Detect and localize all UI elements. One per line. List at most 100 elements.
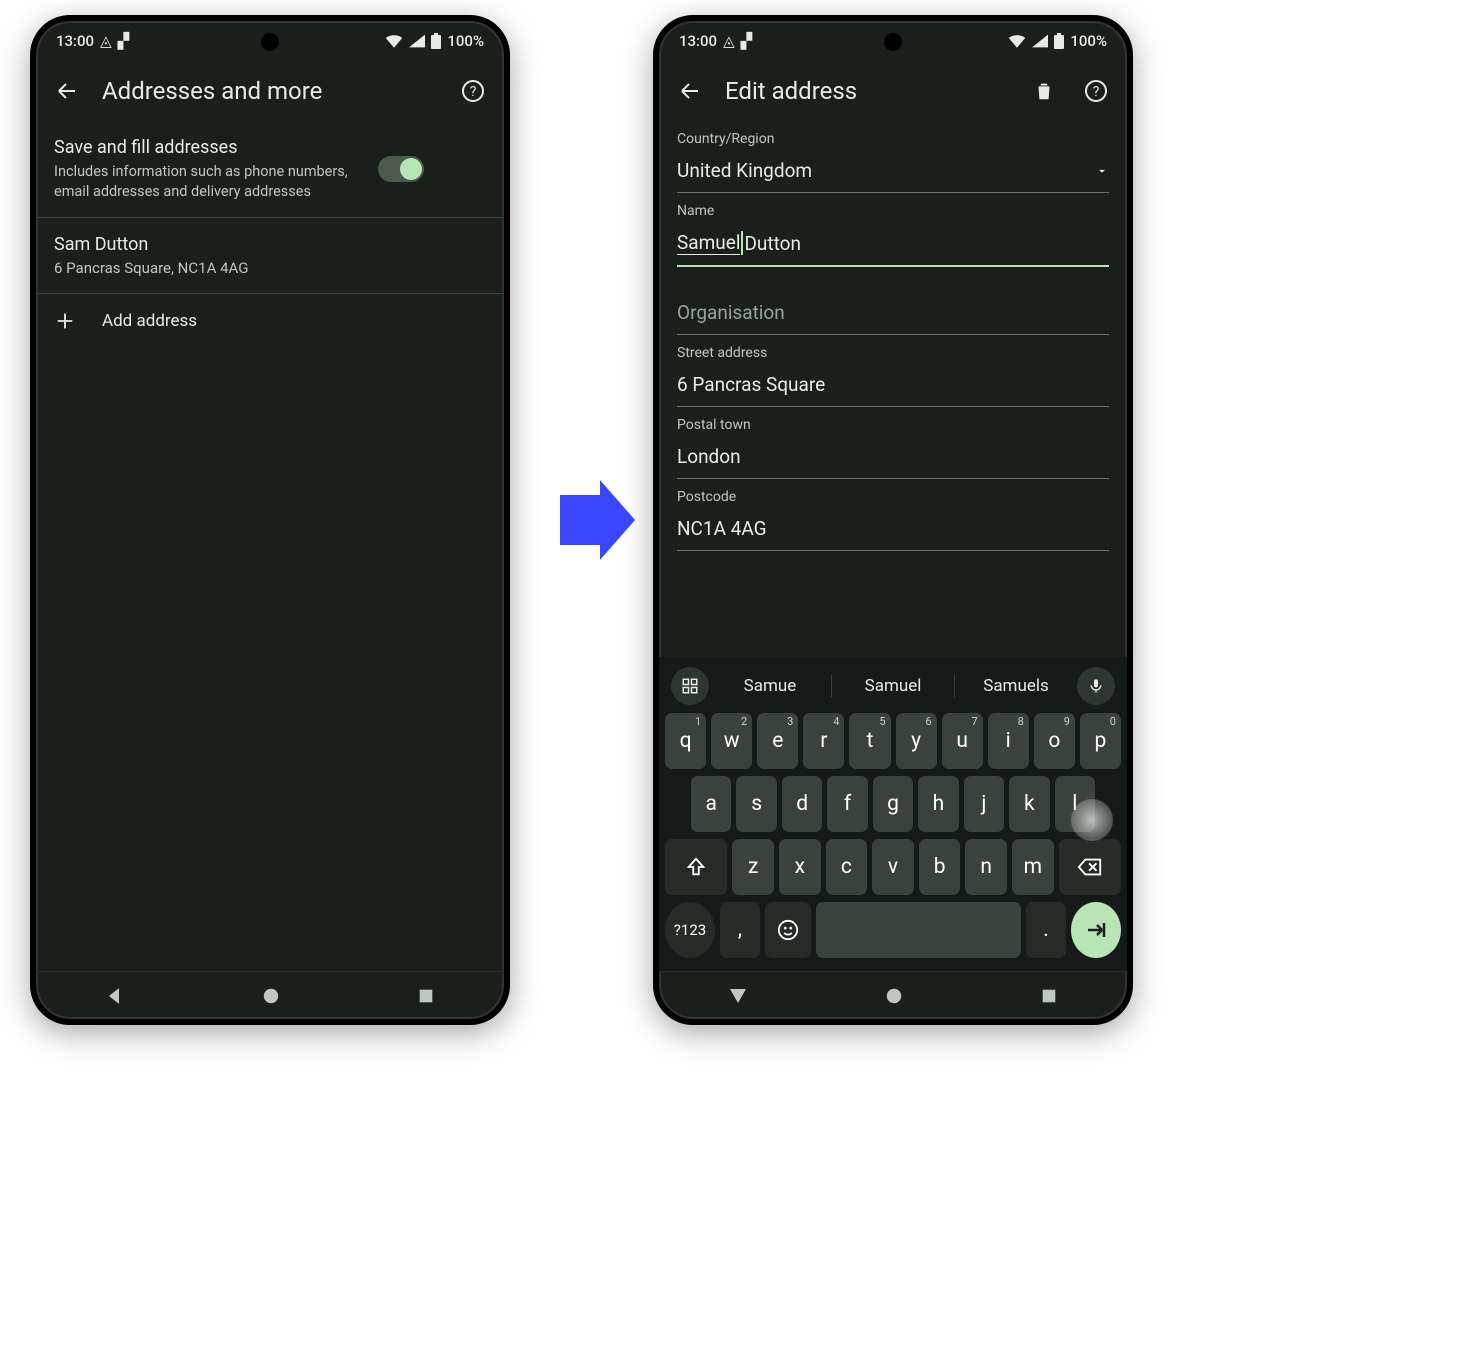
key-n[interactable]: n <box>965 839 1007 895</box>
app-bar: Edit address ? <box>659 61 1127 121</box>
key-t[interactable]: t5 <box>849 713 890 769</box>
space-key[interactable] <box>816 902 1021 958</box>
help-button[interactable]: ? <box>456 74 490 108</box>
key-j[interactable]: j <box>964 776 1004 832</box>
street-label: Street address <box>659 345 1127 361</box>
save-fill-title: Save and fill addresses <box>54 137 364 158</box>
plus-icon <box>54 310 76 332</box>
period-key[interactable]: . <box>1026 902 1066 958</box>
svg-text:?: ? <box>1093 84 1100 100</box>
town-value: London <box>677 445 741 468</box>
key-i[interactable]: i8 <box>988 713 1029 769</box>
postcode-value: NC1A 4AG <box>677 517 767 540</box>
voice-input-button[interactable] <box>1077 667 1115 705</box>
touch-indicator <box>1071 799 1113 841</box>
system-nav <box>659 971 1127 1019</box>
suggestion-row: Samue Samuel Samuels <box>665 663 1121 713</box>
page-title: Edit address <box>725 77 1009 105</box>
help-button[interactable]: ? <box>1079 74 1113 108</box>
battery-pct: 100% <box>447 32 484 50</box>
emoji-key[interactable] <box>765 902 811 958</box>
enter-key[interactable] <box>1071 902 1121 958</box>
text-cursor <box>741 231 743 255</box>
key-h[interactable]: h <box>918 776 958 832</box>
key-d[interactable]: d <box>782 776 822 832</box>
suggestion-1[interactable]: Samue <box>713 676 827 696</box>
wifi-icon <box>1008 34 1026 48</box>
phone-addresses-list: 13:00 ◬ ▞ 100% Addresses and more ? <box>30 15 510 1025</box>
country-select[interactable]: United Kingdom <box>677 151 1109 193</box>
keyboard-menu-button[interactable] <box>671 667 709 705</box>
key-u[interactable]: u7 <box>942 713 983 769</box>
name-value-first: Samuel <box>677 231 740 255</box>
save-fill-toggle-row[interactable]: Save and fill addresses Includes informa… <box>36 121 504 218</box>
sync-icon: ▞ <box>741 32 753 50</box>
key-k[interactable]: k <box>1009 776 1049 832</box>
nav-back[interactable] <box>105 986 125 1006</box>
suggestion-separator <box>831 675 832 697</box>
comma-key[interactable]: , <box>720 902 760 958</box>
battery-icon <box>1054 33 1064 49</box>
key-x[interactable]: x <box>779 839 821 895</box>
shift-key[interactable] <box>665 839 727 895</box>
key-a[interactable]: a <box>691 776 731 832</box>
nav-back[interactable] <box>728 986 748 1006</box>
keyboard-row-3: zxcvbnm <box>665 839 1121 895</box>
key-r[interactable]: r4 <box>803 713 844 769</box>
add-address-label: Add address <box>102 311 197 331</box>
add-address-button[interactable]: Add address <box>36 294 504 348</box>
back-button[interactable] <box>50 74 84 108</box>
save-fill-toggle[interactable] <box>378 156 424 182</box>
system-nav <box>36 971 504 1019</box>
key-z[interactable]: z <box>732 839 774 895</box>
backspace-key[interactable] <box>1059 839 1121 895</box>
key-v[interactable]: v <box>872 839 914 895</box>
suggestion-3[interactable]: Samuels <box>959 676 1073 696</box>
save-fill-desc: Includes information such as phone numbe… <box>54 162 364 201</box>
battery-icon <box>431 33 441 49</box>
town-field[interactable]: London <box>677 437 1109 479</box>
suggestion-2[interactable]: Samuel <box>836 676 950 696</box>
name-label: Name <box>659 203 1127 219</box>
delete-button[interactable] <box>1027 74 1061 108</box>
postcode-label: Postcode <box>659 489 1127 505</box>
name-value-rest: Dutton <box>744 232 801 255</box>
signal-icon <box>1032 34 1048 48</box>
key-c[interactable]: c <box>826 839 868 895</box>
wifi-icon <box>385 34 403 48</box>
address-item[interactable]: Sam Dutton 6 Pancras Square, NC1A 4AG <box>36 218 504 294</box>
nav-recent[interactable] <box>417 987 435 1005</box>
symbols-key[interactable]: ?123 <box>665 902 715 958</box>
nav-recent[interactable] <box>1040 987 1058 1005</box>
name-field[interactable]: Samuel Dutton <box>677 223 1109 267</box>
key-s[interactable]: s <box>736 776 776 832</box>
country-label: Country/Region <box>659 131 1127 147</box>
keyboard-row-1: q1w2e3r4t5y6u7i8o9p0 <box>665 713 1121 769</box>
broadcast-icon: ◬ <box>723 32 735 50</box>
key-e[interactable]: e3 <box>757 713 798 769</box>
chevron-down-icon <box>1095 164 1109 178</box>
country-value: United Kingdom <box>677 159 812 182</box>
key-y[interactable]: y6 <box>896 713 937 769</box>
street-field[interactable]: 6 Pancras Square <box>677 365 1109 407</box>
key-m[interactable]: m <box>1012 839 1054 895</box>
nav-home[interactable] <box>262 987 280 1005</box>
camera-notch <box>261 33 279 51</box>
key-o[interactable]: o9 <box>1034 713 1075 769</box>
key-g[interactable]: g <box>873 776 913 832</box>
status-time: 13:00 <box>679 32 717 50</box>
organisation-placeholder: Organisation <box>677 301 785 324</box>
keyboard-row-2: asdfghjkl <box>665 776 1121 832</box>
key-p[interactable]: p0 <box>1080 713 1121 769</box>
organisation-field[interactable]: Organisation <box>677 293 1109 335</box>
nav-home[interactable] <box>885 987 903 1005</box>
address-line: 6 Pancras Square, NC1A 4AG <box>54 259 486 277</box>
key-b[interactable]: b <box>919 839 961 895</box>
key-q[interactable]: q1 <box>665 713 706 769</box>
key-f[interactable]: f <box>827 776 867 832</box>
back-button[interactable] <box>673 74 707 108</box>
phone-edit-address: 13:00 ◬ ▞ 100% Edit address ? Country/Re… <box>653 15 1133 1025</box>
town-label: Postal town <box>659 417 1127 433</box>
postcode-field[interactable]: NC1A 4AG <box>677 509 1109 551</box>
key-w[interactable]: w2 <box>711 713 752 769</box>
